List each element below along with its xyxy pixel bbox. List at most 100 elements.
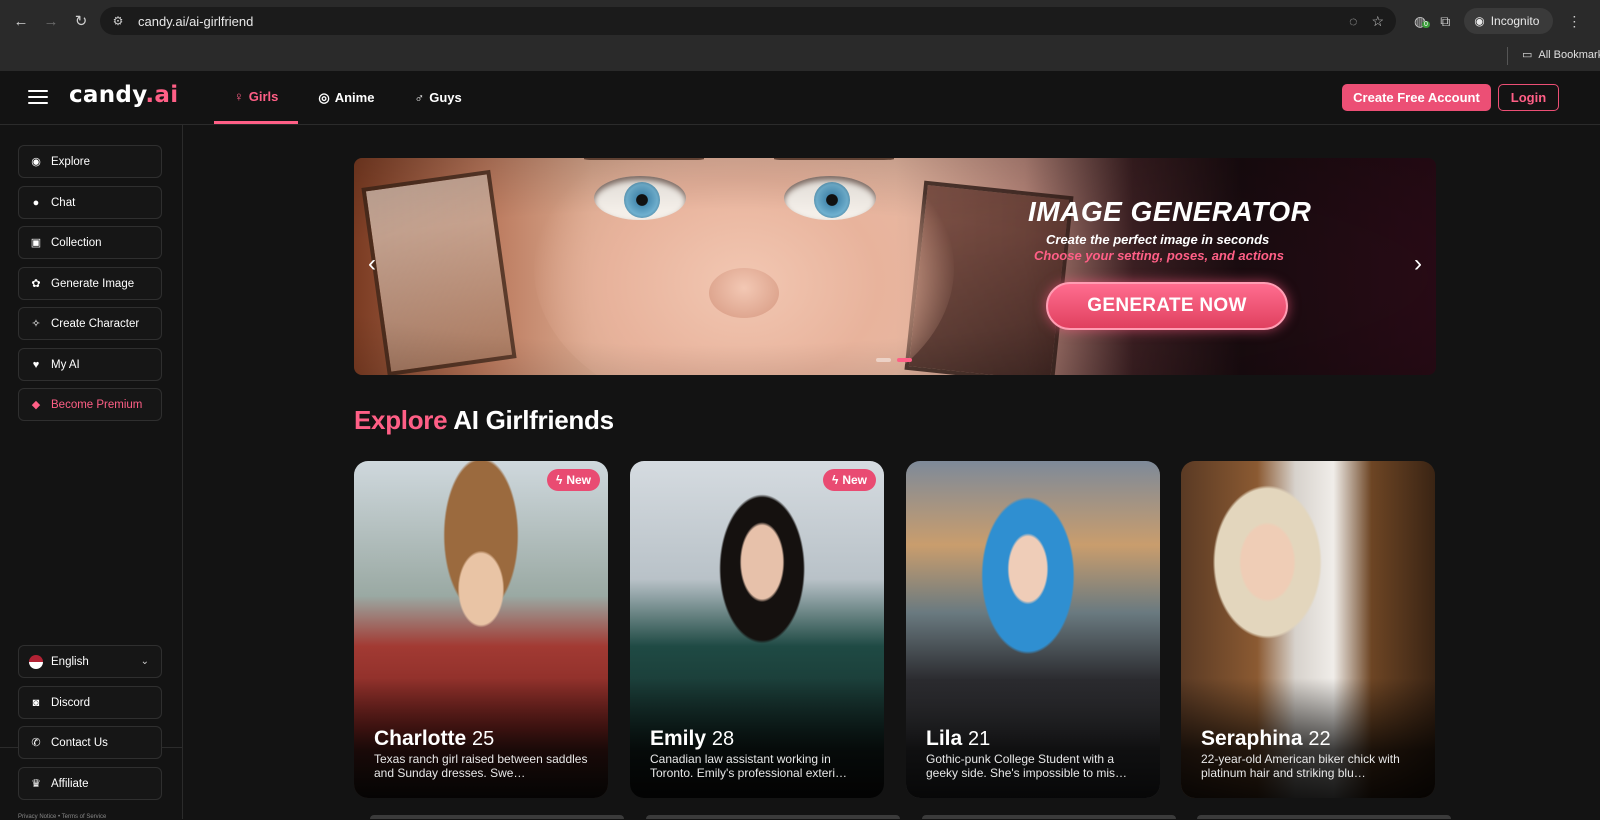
name-text: Emily xyxy=(650,727,707,750)
trophy-icon: ♛ xyxy=(31,778,41,790)
language-label: English xyxy=(51,655,89,668)
collection-icon: ▣ xyxy=(30,237,42,249)
generate-now-button[interactable]: GENERATE NOW xyxy=(1046,282,1288,330)
lightning-icon: ϟ xyxy=(555,473,563,487)
heading-accent: Explore xyxy=(354,405,448,435)
next-row-card xyxy=(922,815,1176,819)
sidebar-item-create-character[interactable]: ✧ Create Character xyxy=(18,307,162,340)
image-gen-icon: ✿ xyxy=(31,278,41,290)
reload-icon[interactable]: ↻ xyxy=(68,8,94,34)
create-account-button[interactable]: Create Free Account xyxy=(1342,84,1491,111)
character-description: Canadian law assistant working in Toront… xyxy=(650,753,848,780)
puzzle-icon[interactable]: ⧉ xyxy=(1440,13,1450,30)
sidebar-item-label: Create Character xyxy=(51,317,140,330)
sidebar-item-label: Contact Us xyxy=(51,736,108,749)
sidebar-item-chat[interactable]: ● Chat xyxy=(18,186,162,219)
address-bar[interactable]: ⚙ candy.ai/ai-girlfriend ◌ ☆ xyxy=(100,7,1396,35)
banner-subtitle-accent: Choose your setting, poses, and actions xyxy=(1034,248,1284,263)
character-description: 22-year-old American biker chick with pl… xyxy=(1201,753,1400,780)
banner-title: IMAGE GENERATOR xyxy=(1028,196,1312,227)
tab-anime[interactable]: ◎ Anime xyxy=(298,71,394,124)
character-name: Charlotte 25 xyxy=(374,727,494,751)
new-badge: ϟ New xyxy=(822,469,876,491)
carousel-dot-active[interactable] xyxy=(897,358,912,362)
compass-icon: ◉ xyxy=(31,156,41,168)
sidebar-item-discord[interactable]: ◙ Discord xyxy=(18,686,162,719)
character-name: Seraphina 22 xyxy=(1201,727,1331,751)
chevron-down-icon: ⌄ xyxy=(140,656,149,667)
tab-guys[interactable]: ♂ Guys xyxy=(394,71,481,124)
star-icon[interactable]: ☆ xyxy=(1371,13,1384,30)
name-text: Seraphina xyxy=(1201,727,1303,750)
extension-badge-count: 0 xyxy=(1422,20,1430,28)
sidebar-item-label: Explore xyxy=(51,155,90,168)
sidebar-item-generate-image[interactable]: ✿ Generate Image xyxy=(18,267,162,300)
site-header: candy.ai ♀ Girls ◎ Anime ♂ Guys Create Free… xyxy=(0,71,1600,125)
bookmarks-bar: ▭ All Bookmarks xyxy=(0,42,1600,71)
character-card[interactable]: Lila 21 Gothic-punk College Student with… xyxy=(906,461,1160,798)
sidebar-item-my-ai[interactable]: ♥ My AI xyxy=(18,348,162,381)
tab-girls[interactable]: ♀ Girls xyxy=(214,71,299,124)
incognito-icon: ◉ xyxy=(1474,14,1485,28)
logo-ai: .ai xyxy=(145,82,179,108)
folder-icon: ▭ xyxy=(1522,49,1533,61)
sidebar-item-label: Generate Image xyxy=(51,277,135,290)
sidebar-item-label: My AI xyxy=(51,358,80,371)
female-icon: ♀ xyxy=(234,88,244,104)
lightning-icon: ϟ xyxy=(831,473,839,487)
character-name: Lila 21 xyxy=(926,727,990,751)
back-icon[interactable]: ← xyxy=(8,8,34,34)
banner-subtitle: Create the perfect image in seconds xyxy=(1046,232,1270,247)
next-row-card xyxy=(370,815,624,819)
age-text: 22 xyxy=(1308,728,1331,750)
carousel-dots xyxy=(876,358,912,362)
name-text: Charlotte xyxy=(374,727,467,750)
eye-off-icon[interactable]: ◌ xyxy=(1349,13,1357,30)
language-select[interactable]: English ⌄ xyxy=(18,645,162,678)
bookmarks-divider xyxy=(1507,47,1508,65)
legal-links[interactable]: Privacy Notice • Terms of Service xyxy=(18,814,106,820)
chevron-right-icon[interactable]: › xyxy=(1414,250,1422,278)
image-generator-banner[interactable]: ‹ › IMAGE GENERATOR Create the perfect i… xyxy=(354,158,1436,375)
menu-dots-icon[interactable]: ⋮ xyxy=(1567,13,1581,30)
badge-label: New xyxy=(842,473,867,487)
hamburger-menu-icon[interactable] xyxy=(28,90,48,104)
section-heading: Explore AI Girlfriends xyxy=(354,405,614,436)
site-info-icon[interactable]: ⚙ xyxy=(110,13,126,29)
sidebar-item-become-premium[interactable]: ◆ Become Premium xyxy=(18,388,162,421)
chevron-left-icon[interactable]: ‹ xyxy=(368,250,376,278)
sidebar-item-collection[interactable]: ▣ Collection xyxy=(18,226,162,259)
character-card[interactable]: Seraphina 22 22-year-old American biker … xyxy=(1181,461,1435,798)
heading-rest: AI Girlfriends xyxy=(447,405,614,435)
character-card[interactable]: ϟ New Charlotte 25 Texas ranch girl raise… xyxy=(354,461,608,798)
site-logo[interactable]: candy.ai xyxy=(69,82,178,108)
character-description: Texas ranch girl raised between saddles … xyxy=(374,753,588,780)
age-text: 28 xyxy=(711,728,735,750)
browser-chrome: ← → ↻ ⚙ candy.ai/ai-girlfriend ◌ ☆ ◍ 0 ⧉ … xyxy=(0,0,1600,71)
sidebar-item-label: Chat xyxy=(51,196,76,209)
age-text: 25 xyxy=(472,728,495,750)
all-bookmarks[interactable]: ▭ All Bookmarks xyxy=(1522,48,1600,62)
sidebar-item-explore[interactable]: ◉ Explore xyxy=(18,145,162,178)
age-text: 21 xyxy=(968,728,991,750)
discord-icon: ◙ xyxy=(32,696,40,709)
sidebar-item-label: Become Premium xyxy=(51,398,143,411)
tab-label: Girls xyxy=(248,88,279,104)
forward-icon[interactable]: → xyxy=(38,8,64,34)
anime-icon: ◎ xyxy=(318,89,330,105)
carousel-dot[interactable] xyxy=(876,358,891,362)
heart-hands-icon: ♥ xyxy=(32,358,40,371)
sidebar-item-label: Discord xyxy=(51,696,90,709)
sidebar: ◉ Explore ● Chat ▣ Collection ✿ Generate Ima… xyxy=(0,125,183,819)
us-flag-icon xyxy=(29,654,43,669)
sidebar-item-label: Affiliate xyxy=(51,777,89,790)
character-card[interactable]: ϟ New Emily 28 Canadian law assistant wor… xyxy=(630,461,884,798)
url-text[interactable]: candy.ai/ai-girlfriend xyxy=(138,14,253,29)
category-tabs: ♀ Girls ◎ Anime ♂ Guys xyxy=(214,71,482,124)
name-text: Lila xyxy=(926,727,963,750)
sidebar-item-contact-us[interactable]: ✆ Contact Us xyxy=(18,726,162,759)
extension-badge-icon[interactable]: ◍ 0 xyxy=(1414,13,1430,30)
login-button[interactable]: Login xyxy=(1498,84,1559,111)
incognito-chip[interactable]: ◉ Incognito xyxy=(1464,8,1554,34)
sidebar-item-affiliate[interactable]: ♛ Affiliate xyxy=(18,767,162,800)
